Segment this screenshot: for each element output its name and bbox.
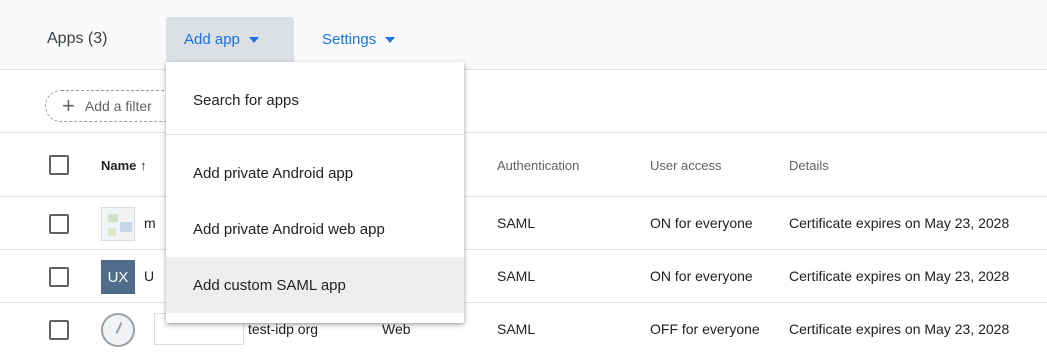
user-access-cell: ON for everyone bbox=[650, 215, 753, 231]
settings-button[interactable]: Settings bbox=[322, 17, 396, 62]
app-name[interactable]: U bbox=[144, 268, 154, 284]
column-header-details: Details bbox=[789, 158, 829, 173]
authentication-cell: SAML bbox=[497, 268, 536, 284]
app-name[interactable]: test-idp org bbox=[248, 321, 318, 337]
column-header-name[interactable]: Name ↑ bbox=[101, 158, 147, 173]
page-title: Apps (3) bbox=[47, 30, 108, 47]
table-header: Name ↑ Authentication User access Detail… bbox=[0, 134, 1047, 197]
apps-header: Apps (3) Add app Settings bbox=[0, 0, 1047, 70]
settings-label: Settings bbox=[322, 31, 377, 48]
row-checkbox[interactable] bbox=[49, 320, 69, 340]
filter-bar: + Add a filter bbox=[0, 71, 1047, 133]
app-thumbnail-icon: UX bbox=[101, 260, 135, 294]
user-access-cell: ON for everyone bbox=[650, 268, 753, 284]
authentication-cell: SAML bbox=[497, 215, 536, 231]
menu-item-label: Add private Android web app bbox=[193, 220, 385, 238]
menu-item-add-private-android-app[interactable]: Add private Android app bbox=[166, 145, 464, 201]
authentication-cell: SAML bbox=[497, 321, 536, 337]
add-app-label: Add app bbox=[184, 31, 240, 48]
plus-icon: + bbox=[62, 93, 75, 118]
caret-down-icon bbox=[385, 36, 396, 43]
app-thumbnail-icon bbox=[101, 207, 135, 241]
clock-icon bbox=[101, 313, 135, 347]
details-cell: Certificate expires on May 23, 2028 bbox=[789, 268, 1010, 284]
menu-item-label: Add private Android app bbox=[193, 164, 354, 182]
table-row[interactable]: UX U SAML ON for everyone Certificate ex… bbox=[0, 251, 1047, 303]
details-cell: Certificate expires on May 23, 2028 bbox=[789, 215, 1010, 231]
table-row[interactable]: test-idp org Web SAML OFF for everyone C… bbox=[0, 304, 1047, 356]
menu-item-label: Search for apps bbox=[193, 91, 299, 109]
user-access-cell: OFF for everyone bbox=[650, 321, 760, 337]
table-row[interactable]: m SAML ON for everyone Certificate expir… bbox=[0, 198, 1047, 250]
app-name[interactable]: m bbox=[144, 215, 156, 231]
menu-item-add-private-android-web-app[interactable]: Add private Android web app bbox=[166, 201, 464, 257]
row-checkbox[interactable] bbox=[49, 267, 69, 287]
caret-down-icon bbox=[248, 36, 259, 43]
menu-item-label: Add custom SAML app bbox=[193, 276, 346, 294]
row-checkbox[interactable] bbox=[49, 214, 69, 234]
add-app-button[interactable]: Add app bbox=[166, 17, 294, 62]
menu-item-add-custom-saml-app[interactable]: Add custom SAML app bbox=[166, 257, 464, 313]
column-header-user-access: User access bbox=[650, 158, 722, 173]
column-header-authentication: Authentication bbox=[497, 158, 580, 173]
add-app-menu: Search for apps Add private Android app … bbox=[166, 62, 464, 323]
menu-item-search-for-apps[interactable]: Search for apps bbox=[166, 72, 464, 128]
app-type-cell: Web bbox=[382, 321, 411, 337]
details-cell: Certificate expires on May 23, 2028 bbox=[789, 321, 1010, 337]
select-all-checkbox[interactable] bbox=[49, 155, 69, 175]
add-filter-label: Add a filter bbox=[84, 98, 152, 114]
menu-divider bbox=[166, 134, 464, 135]
